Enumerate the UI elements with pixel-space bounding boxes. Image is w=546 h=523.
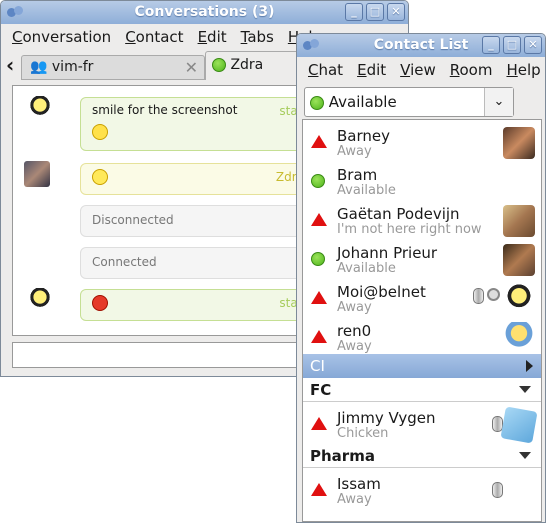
- status-message: Disconnected: [80, 205, 311, 237]
- close-tab-icon[interactable]: ✕: [185, 58, 198, 77]
- avatar: [503, 322, 535, 354]
- devil-emoticon-icon: [92, 295, 108, 311]
- chat-history[interactable]: smile for the screenshot staz Zdra Disco…: [12, 85, 312, 336]
- menu-room[interactable]: Room: [450, 61, 493, 79]
- app-logo-icon: [7, 6, 23, 18]
- contact-ren0[interactable]: ren0 Away: [303, 318, 541, 357]
- webcam-icon: [487, 288, 500, 301]
- collapsed-arrow-icon[interactable]: [526, 360, 533, 372]
- menu-chat[interactable]: Chat: [308, 61, 343, 79]
- menu-edit[interactable]: Edit: [198, 28, 227, 46]
- title-bar[interactable]: Contact List _ □ ✕: [297, 34, 545, 57]
- message-bubble: staz: [80, 289, 311, 321]
- minimize-button[interactable]: _: [345, 3, 363, 21]
- staz-avatar: [27, 96, 53, 122]
- maximize-button[interactable]: □: [366, 3, 384, 21]
- menu-conversation[interactable]: Conversation: [12, 28, 111, 46]
- avatar: [503, 205, 535, 237]
- message-bubble: Zdra: [80, 163, 311, 195]
- away-idle-icon: [311, 291, 327, 304]
- contact-list-window: Contact List _ □ ✕ Chat Edit View Room Hel…: [296, 33, 546, 523]
- tab-scroll-left-button[interactable]: ‹: [6, 53, 14, 77]
- menu-contact[interactable]: Contact: [125, 28, 183, 46]
- group-pharma[interactable]: Pharma: [303, 444, 541, 468]
- smile-emoticon-icon: [92, 124, 108, 140]
- group-chat-icon: 👥: [30, 59, 48, 75]
- available-icon: [310, 95, 324, 110]
- group-ci[interactable]: CI: [303, 354, 541, 378]
- contact-bram[interactable]: Bram Available: [303, 162, 541, 201]
- status-message: Connected: [80, 247, 311, 279]
- available-icon: [311, 174, 325, 188]
- zdra-avatar: [24, 161, 50, 187]
- avatar: [503, 127, 535, 159]
- contact-jimmy-vygen[interactable]: Jimmy Vygen Chicken: [303, 405, 541, 444]
- chevron-down-icon[interactable]: ⌄: [484, 88, 513, 116]
- menu-view[interactable]: View: [400, 61, 436, 79]
- menu-help[interactable]: Help: [506, 61, 540, 79]
- microphone-icon: [473, 288, 484, 304]
- close-button[interactable]: ✕: [524, 36, 542, 54]
- available-icon: [212, 58, 226, 72]
- available-icon: [311, 252, 325, 266]
- minimize-button[interactable]: _: [482, 36, 500, 54]
- avatar: [500, 406, 538, 444]
- expanded-arrow-icon[interactable]: [519, 452, 531, 459]
- contact-issam[interactable]: Issam Away: [303, 471, 541, 510]
- away-icon: [311, 213, 327, 226]
- window-title: Contact List: [373, 37, 469, 53]
- avatar: [503, 244, 535, 276]
- group-fc[interactable]: FC: [303, 378, 541, 402]
- away-icon: [311, 483, 327, 496]
- contact-barney[interactable]: Barney Away: [303, 123, 541, 162]
- staz-avatar: [27, 288, 53, 314]
- contact-gaetan-podevijn[interactable]: Gaëtan Podevijn I'm not here right now: [303, 201, 541, 240]
- contact-moi-belnet[interactable]: Moi@belnet Away: [303, 279, 541, 318]
- tab-vim-fr[interactable]: 👥 vim-fr ✕: [21, 55, 205, 80]
- app-logo-icon: [303, 39, 319, 51]
- menu-tabs[interactable]: Tabs: [241, 28, 274, 46]
- presence-selector[interactable]: Available ⌄: [304, 87, 514, 117]
- message-bubble: smile for the screenshot staz: [80, 97, 311, 151]
- avatar: [503, 283, 535, 315]
- contact-johann-prieur[interactable]: Johann Prieur Available: [303, 240, 541, 279]
- away-icon: [311, 330, 327, 343]
- title-bar[interactable]: Conversations (3) _ □ ✕: [1, 1, 408, 24]
- message-input[interactable]: [12, 342, 312, 368]
- expanded-arrow-icon[interactable]: [519, 386, 531, 393]
- away-icon: [311, 417, 327, 430]
- grin-emoticon-icon: [92, 169, 108, 185]
- maximize-button[interactable]: □: [503, 36, 521, 54]
- contact-list[interactable]: Barney Away Bram Available Gaëtan Podevijn…: [302, 119, 542, 522]
- away-icon: [311, 135, 327, 148]
- window-title: Conversations (3): [134, 4, 275, 20]
- menu-bar: Chat Edit View Room Help: [297, 57, 545, 83]
- menu-edit[interactable]: Edit: [357, 61, 386, 79]
- close-button[interactable]: ✕: [387, 3, 405, 21]
- microphone-icon: [492, 482, 503, 498]
